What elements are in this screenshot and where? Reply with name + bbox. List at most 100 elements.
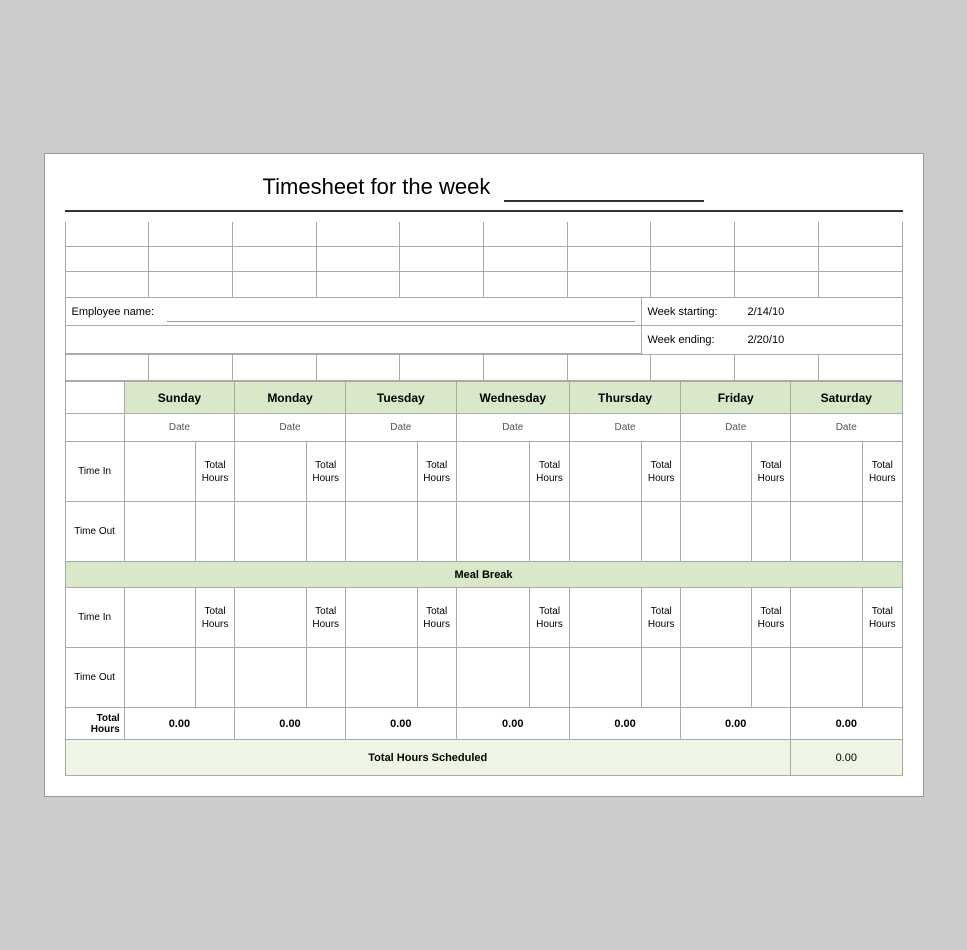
- blank-cell: [484, 355, 568, 380]
- thursday-timeout-2-th: [642, 648, 681, 708]
- timesheet: Timesheet for the week: [44, 153, 924, 797]
- saturday-timein-2[interactable]: [791, 588, 863, 648]
- tuesday-date: Date: [345, 414, 456, 442]
- sunday-timeout-1[interactable]: [124, 502, 195, 562]
- blank-cell: [400, 355, 484, 380]
- monday-totalhours-2: TotalHours: [306, 588, 345, 648]
- thursday-totalhours-1: TotalHours: [642, 442, 681, 502]
- empty-date: [65, 414, 124, 442]
- thursday-date: Date: [569, 414, 681, 442]
- thursday-timeout-1[interactable]: [569, 502, 641, 562]
- sheet-title: Timesheet for the week: [65, 174, 903, 212]
- tuesday-total: 0.00: [345, 708, 456, 740]
- monday-timeout-1[interactable]: [235, 502, 306, 562]
- monday-timeout-1-th: [306, 502, 345, 562]
- empty-header: [65, 382, 124, 414]
- blank-cell: [317, 272, 401, 297]
- blank-cell: [317, 247, 401, 271]
- monday-timein-1[interactable]: [235, 442, 306, 502]
- tuesday-timeout-1[interactable]: [345, 502, 417, 562]
- blank-cell: [651, 272, 735, 297]
- meal-break-label: Meal Break: [65, 562, 902, 588]
- friday-timeout-1-th: [751, 502, 790, 562]
- week-ending-label: Week ending:: [648, 334, 748, 346]
- blank-cell: [233, 222, 317, 246]
- blank-cell: [568, 247, 652, 271]
- friday-header: Friday: [681, 382, 791, 414]
- thursday-total: 0.00: [569, 708, 681, 740]
- blank-cell: [735, 272, 819, 297]
- wednesday-timeout-2-th: [530, 648, 569, 708]
- sunday-timeout-2-th: [195, 648, 234, 708]
- week-ending-value: 2/20/10: [748, 334, 785, 346]
- saturday-timeout-1[interactable]: [791, 502, 863, 562]
- employee-value[interactable]: [167, 302, 635, 322]
- sunday-date: Date: [124, 414, 234, 442]
- saturday-totalhours-2: TotalHours: [863, 588, 902, 648]
- thursday-timeout-2[interactable]: [569, 648, 641, 708]
- sunday-timein-2[interactable]: [124, 588, 195, 648]
- blank-cell: [149, 247, 233, 271]
- friday-timeout-2[interactable]: [681, 648, 752, 708]
- wednesday-totalhours-1: TotalHours: [530, 442, 569, 502]
- total-hours-label: Total Hours: [65, 708, 124, 740]
- tuesday-timein-1[interactable]: [345, 442, 417, 502]
- saturday-date: Date: [791, 414, 902, 442]
- tuesday-timeout-2[interactable]: [345, 648, 417, 708]
- wednesday-date: Date: [456, 414, 569, 442]
- blank-cell: [819, 355, 902, 380]
- blank-cell: [819, 222, 902, 246]
- time-out-label-2: Time Out: [65, 648, 124, 708]
- wednesday-timeout-2[interactable]: [456, 648, 529, 708]
- time-out-label-1: Time Out: [65, 502, 124, 562]
- blank-cell: [400, 222, 484, 246]
- blank-cell: [233, 247, 317, 271]
- saturday-timein-1[interactable]: [791, 442, 863, 502]
- blank-cell: [568, 222, 652, 246]
- time-in-label-2: Time In: [65, 588, 124, 648]
- blank-cell: [149, 222, 233, 246]
- monday-date: Date: [235, 414, 346, 442]
- time-in-label-1: Time In: [65, 442, 124, 502]
- blank-cell: [233, 272, 317, 297]
- wednesday-timein-1[interactable]: [456, 442, 529, 502]
- blank-cell: [66, 247, 150, 271]
- friday-timein-1[interactable]: [681, 442, 752, 502]
- blank-cell: [651, 222, 735, 246]
- saturday-header: Saturday: [791, 382, 902, 414]
- wednesday-totalhours-2: TotalHours: [530, 588, 569, 648]
- sunday-header: Sunday: [124, 382, 234, 414]
- monday-timeout-2[interactable]: [235, 648, 306, 708]
- blank-cell: [735, 247, 819, 271]
- sunday-timeout-2[interactable]: [124, 648, 195, 708]
- thursday-timein-1[interactable]: [569, 442, 641, 502]
- blank-cell: [735, 222, 819, 246]
- employee-label: Employee name:: [72, 306, 167, 318]
- blank-cell: [149, 355, 233, 380]
- week-starting-value: 2/14/10: [748, 306, 785, 318]
- saturday-totalhours-1: TotalHours: [863, 442, 902, 502]
- wednesday-timeout-1[interactable]: [456, 502, 529, 562]
- tuesday-timein-2[interactable]: [345, 588, 417, 648]
- friday-timeout-2-th: [751, 648, 790, 708]
- thursday-timein-2[interactable]: [569, 588, 641, 648]
- thursday-totalhours-2: TotalHours: [642, 588, 681, 648]
- blank-cell: [149, 272, 233, 297]
- wednesday-timein-2[interactable]: [456, 588, 529, 648]
- wednesday-total: 0.00: [456, 708, 569, 740]
- tuesday-timeout-2-th: [417, 648, 456, 708]
- friday-timein-2[interactable]: [681, 588, 752, 648]
- friday-totalhours-1: TotalHours: [751, 442, 790, 502]
- blank-cell: [568, 272, 652, 297]
- thursday-header: Thursday: [569, 382, 681, 414]
- blank-cell: [651, 247, 735, 271]
- wednesday-timeout-1-th: [530, 502, 569, 562]
- sunday-timeout-1-th: [195, 502, 234, 562]
- blank-cell: [66, 355, 150, 380]
- sunday-total: 0.00: [124, 708, 234, 740]
- saturday-timeout-2[interactable]: [791, 648, 863, 708]
- sunday-timein-1[interactable]: [124, 442, 195, 502]
- blank-cell: [484, 272, 568, 297]
- monday-timein-2[interactable]: [235, 588, 306, 648]
- friday-timeout-1[interactable]: [681, 502, 752, 562]
